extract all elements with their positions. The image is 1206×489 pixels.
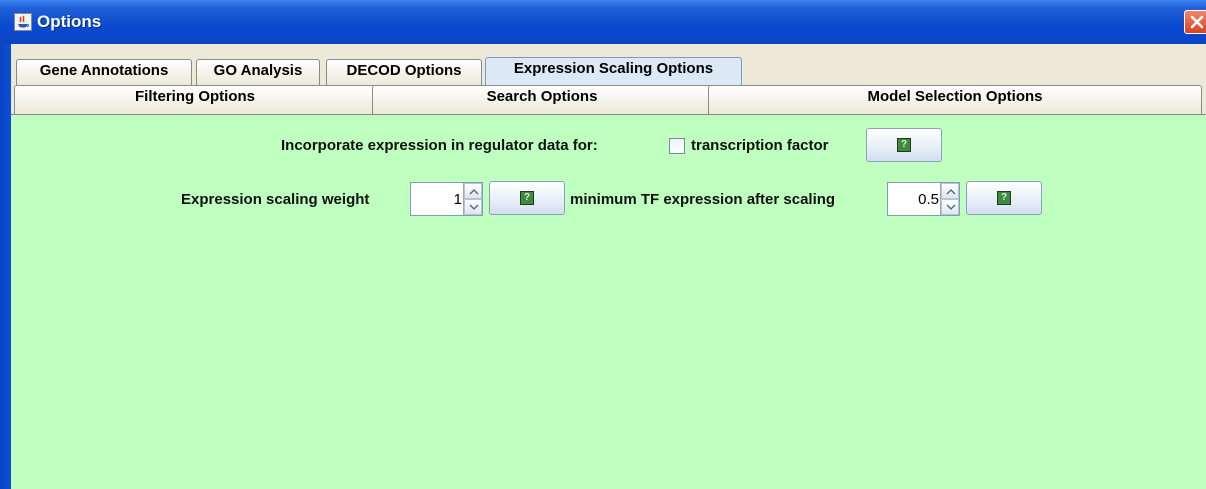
tab-label: Gene Annotations	[39, 62, 169, 79]
tab-model-selection-options[interactable]: Model Selection Options	[708, 85, 1202, 114]
tab-label: DECOD Options	[346, 62, 462, 79]
tab-gene-annotations[interactable]: Gene Annotations	[16, 59, 192, 85]
min-tf-expression-value: 0.5	[918, 191, 939, 208]
chevron-up-icon	[946, 189, 956, 195]
spinner-up-button[interactable]	[941, 183, 959, 199]
window-frame-left	[0, 44, 11, 489]
tab-decod-options[interactable]: DECOD Options	[326, 59, 482, 85]
chevron-down-icon	[946, 204, 956, 210]
transcription-factor-checkbox[interactable]	[669, 138, 685, 154]
help-icon: ?	[897, 138, 911, 152]
options-window: Options Gene Annotations GO Analysis DEC…	[0, 0, 1206, 489]
help-button-scaling-weight[interactable]: ?	[489, 181, 565, 215]
scaling-weight-spinner[interactable]: 1	[410, 182, 483, 216]
transcription-factor-label: transcription factor	[691, 137, 829, 154]
min-tf-expression-label: minimum TF expression after scaling	[570, 191, 836, 208]
title-bar[interactable]: Options	[0, 0, 1206, 44]
spinner-arrows	[940, 183, 959, 215]
tab-search-options[interactable]: Search Options	[372, 85, 712, 114]
chevron-up-icon	[469, 189, 479, 195]
scaling-weight-value: 1	[453, 191, 462, 208]
help-icon: ?	[997, 191, 1011, 205]
expression-scaling-panel	[11, 114, 1206, 489]
tab-filtering-options[interactable]: Filtering Options	[14, 85, 376, 114]
tab-label: Expression Scaling Options	[513, 60, 714, 77]
window-title: Options	[37, 12, 102, 31]
incorporate-expression-label: Incorporate expression in regulator data…	[281, 137, 598, 154]
scaling-weight-label: Expression scaling weight	[181, 191, 370, 208]
java-app-icon	[14, 13, 32, 31]
min-tf-expression-spinner[interactable]: 0.5	[887, 182, 960, 216]
tab-go-analysis[interactable]: GO Analysis	[196, 59, 320, 85]
spinner-down-button[interactable]	[941, 199, 959, 215]
chevron-down-icon	[469, 204, 479, 210]
spinner-arrows	[463, 183, 482, 215]
tab-label: Filtering Options	[135, 88, 255, 105]
tab-expression-scaling-options[interactable]: Expression Scaling Options	[485, 57, 742, 85]
help-button-incorporate[interactable]: ?	[866, 128, 942, 162]
tab-label: GO Analysis	[213, 62, 303, 79]
tab-label: Model Selection Options	[867, 88, 1043, 105]
close-icon	[1190, 15, 1204, 29]
spinner-down-button[interactable]	[464, 199, 482, 215]
close-button[interactable]	[1184, 10, 1206, 34]
help-button-min-tf[interactable]: ?	[966, 181, 1042, 215]
tab-label: Search Options	[486, 88, 598, 105]
help-icon: ?	[520, 191, 534, 205]
spinner-up-button[interactable]	[464, 183, 482, 199]
